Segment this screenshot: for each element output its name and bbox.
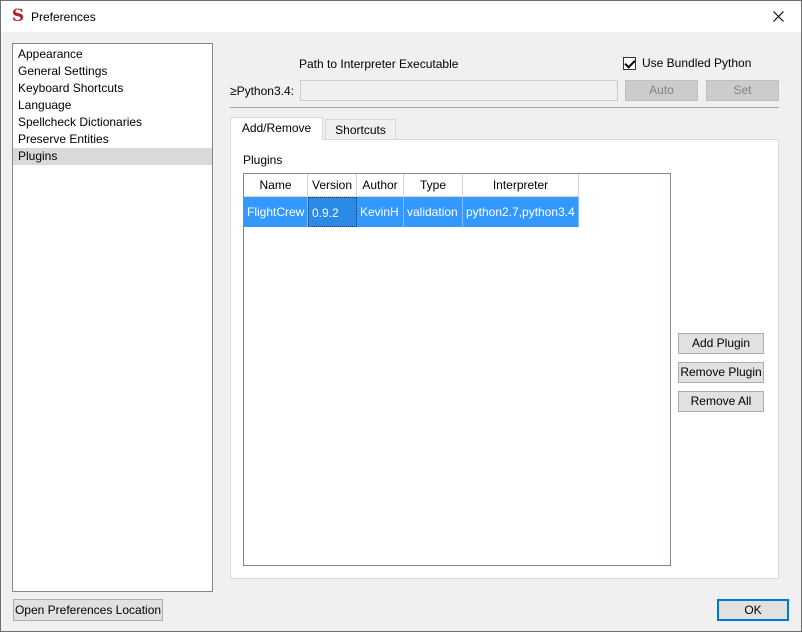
checkmark-icon[interactable] <box>623 56 636 70</box>
tab-shortcuts[interactable]: Shortcuts <box>325 119 396 141</box>
column-header-author[interactable]: Author <box>357 174 404 197</box>
remove-plugin-button[interactable]: Remove Plugin <box>678 362 764 383</box>
use-bundled-python-label: Use Bundled Python <box>642 56 752 70</box>
table-row[interactable]: FlightCrew 0.9.2 KevinH validation pytho… <box>244 197 579 227</box>
interpreter-path-label: Path to Interpreter Executable <box>299 57 459 71</box>
sidebar-item-language[interactable]: Language <box>13 97 212 114</box>
table-header: Name Version Author Type Interpreter <box>244 174 579 197</box>
sidebar-item-appearance[interactable]: Appearance <box>13 46 212 63</box>
tab-add-remove[interactable]: Add/Remove <box>230 117 323 140</box>
ok-button[interactable]: OK <box>717 599 789 621</box>
sidebar-item-preserve-entities[interactable]: Preserve Entities <box>13 131 212 148</box>
python-version-label: ≥Python3.4: <box>230 84 294 98</box>
interpreter-path-input[interactable] <box>300 80 618 101</box>
sigil-logo-icon: S <box>11 6 25 26</box>
open-preferences-location-button[interactable]: Open Preferences Location <box>13 599 163 621</box>
cell-name[interactable]: FlightCrew <box>244 197 308 227</box>
preferences-dialog: S Preferences Appearance General Setting… <box>0 0 802 632</box>
column-header-version[interactable]: Version <box>308 174 357 197</box>
plugins-heading: Plugins <box>243 153 283 167</box>
plugins-table[interactable]: Name Version Author Type Interpreter Fli… <box>243 173 671 566</box>
auto-button[interactable]: Auto <box>625 80 698 101</box>
set-button[interactable]: Set <box>706 80 779 101</box>
cell-version[interactable]: 0.9.2 <box>308 197 357 227</box>
close-button[interactable] <box>756 1 801 32</box>
sidebar-item-general-settings[interactable]: General Settings <box>13 63 212 80</box>
sidebar-item-keyboard-shortcuts[interactable]: Keyboard Shortcuts <box>13 80 212 97</box>
title-bar[interactable]: S Preferences <box>1 1 801 32</box>
cell-type[interactable]: validation <box>404 197 463 227</box>
column-header-name[interactable]: Name <box>244 174 308 197</box>
cell-author[interactable]: KevinH <box>357 197 404 227</box>
column-header-type[interactable]: Type <box>404 174 463 197</box>
use-bundled-python-checkbox[interactable]: Use Bundled Python <box>623 55 751 71</box>
column-header-interpreter[interactable]: Interpreter <box>463 174 579 197</box>
cell-interpreter[interactable]: python2.7,python3.4 <box>463 197 579 227</box>
divider <box>230 107 779 108</box>
sidebar-item-plugins[interactable]: Plugins <box>13 148 212 165</box>
preferences-category-list[interactable]: Appearance General Settings Keyboard Sho… <box>12 43 213 592</box>
sidebar-item-spellcheck-dictionaries[interactable]: Spellcheck Dictionaries <box>13 114 212 131</box>
add-plugin-button[interactable]: Add Plugin <box>678 333 764 354</box>
close-icon <box>773 11 784 22</box>
window-title: Preferences <box>31 10 96 24</box>
remove-all-button[interactable]: Remove All <box>678 391 764 412</box>
